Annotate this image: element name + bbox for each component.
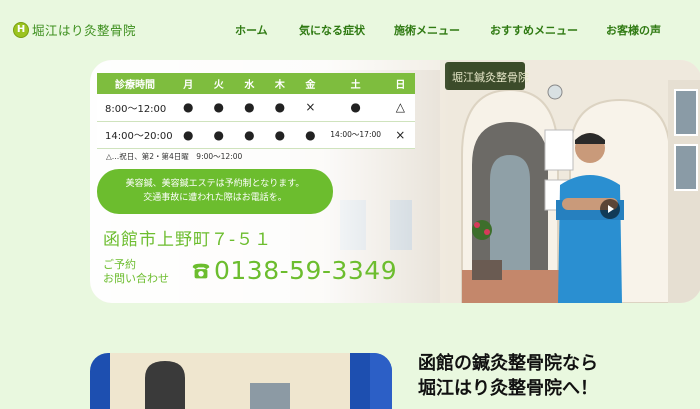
header-sat: 土 bbox=[325, 73, 386, 94]
status-cell: ● bbox=[264, 94, 296, 122]
status-cell: × bbox=[385, 121, 415, 150]
phone-icon bbox=[192, 263, 210, 278]
notice-line-2: 交通事故に遭われた際はお電話を。 bbox=[143, 193, 287, 203]
business-hours-table: 診療時間 月 火 水 木 金 土 日 8:00～12:00 ● ● ● ● × … bbox=[97, 73, 415, 150]
reservation-notice: 美容鍼、美容鍼エステは予約制となります。 交通事故に遭われた際はお電話を。 bbox=[97, 169, 333, 214]
header-hours: 診療時間 bbox=[97, 73, 173, 94]
clinic-building-photo bbox=[90, 353, 392, 409]
status-cell: ● bbox=[203, 121, 235, 150]
contact-label-inquiry: お問い合わせ bbox=[103, 272, 169, 285]
nav-recommended-menu[interactable]: おすすめメニュー bbox=[490, 22, 578, 38]
header-fri: 金 bbox=[295, 73, 326, 94]
site-header: H 堀江はり灸整骨院 ホーム 気になる症状 施術メニュー おすすめメニュー お客… bbox=[0, 0, 700, 58]
header-thu: 木 bbox=[264, 73, 296, 94]
header-sun: 日 bbox=[385, 73, 415, 94]
play-icon[interactable] bbox=[600, 199, 620, 219]
main-nav: ホーム 気になる症状 施術メニュー おすすめメニュー お客様の声 bbox=[0, 22, 700, 38]
status-cell: ● bbox=[234, 121, 265, 150]
header-wed: 水 bbox=[234, 73, 265, 94]
nav-symptoms[interactable]: 気になる症状 bbox=[299, 22, 365, 38]
time-slot: 14:00～20:00 bbox=[97, 121, 173, 150]
status-cell: ● bbox=[203, 94, 235, 122]
status-cell: △ bbox=[385, 94, 415, 122]
header-tue: 火 bbox=[203, 73, 235, 94]
status-cell: ● bbox=[264, 121, 296, 150]
phone-number: 0138-59-3349 bbox=[214, 256, 398, 285]
holiday-note: △…祝日、第2・第4日曜 9:00～12:00 bbox=[106, 152, 243, 161]
status-cell: ● bbox=[173, 121, 204, 150]
status-cell: ● bbox=[234, 94, 265, 122]
nav-treatment-menu[interactable]: 施術メニュー bbox=[394, 22, 460, 38]
contact-label-reservation: ご予約 bbox=[103, 258, 136, 271]
section-headline: 函館の鍼灸整骨院なら 堀江はり灸整骨院へ！ bbox=[418, 351, 598, 401]
status-cell: ● bbox=[173, 94, 204, 122]
phone-link[interactable]: 0138-59-3349 bbox=[190, 256, 397, 285]
status-cell: ● bbox=[325, 94, 386, 122]
contact-label: ご予約 お問い合わせ bbox=[103, 258, 169, 286]
headline-line-1: 函館の鍼灸整骨院なら bbox=[418, 353, 598, 374]
time-slot: 8:00～12:00 bbox=[97, 94, 173, 122]
table-row: 8:00～12:00 ● ● ● ● × ● △ bbox=[97, 94, 415, 122]
notice-line-1: 美容鍼、美容鍼エステは予約制となります。 bbox=[125, 179, 305, 189]
table-row: 14:00～20:00 ● ● ● ● ● 14:00～17:00 × bbox=[97, 121, 415, 150]
status-cell: 14:00～17:00 bbox=[325, 121, 386, 150]
header-mon: 月 bbox=[173, 73, 204, 94]
nav-home[interactable]: ホーム bbox=[235, 22, 268, 38]
clinic-address: 函館市上野町７-５１ bbox=[103, 230, 273, 250]
status-cell: ● bbox=[295, 121, 326, 150]
nav-testimonials[interactable]: お客様の声 bbox=[606, 22, 661, 38]
headline-line-2: 堀江はり灸整骨院へ！ bbox=[418, 378, 598, 399]
clinic-sign-text: 堀江鍼灸整骨院 bbox=[452, 70, 529, 84]
status-cell: × bbox=[295, 94, 326, 122]
